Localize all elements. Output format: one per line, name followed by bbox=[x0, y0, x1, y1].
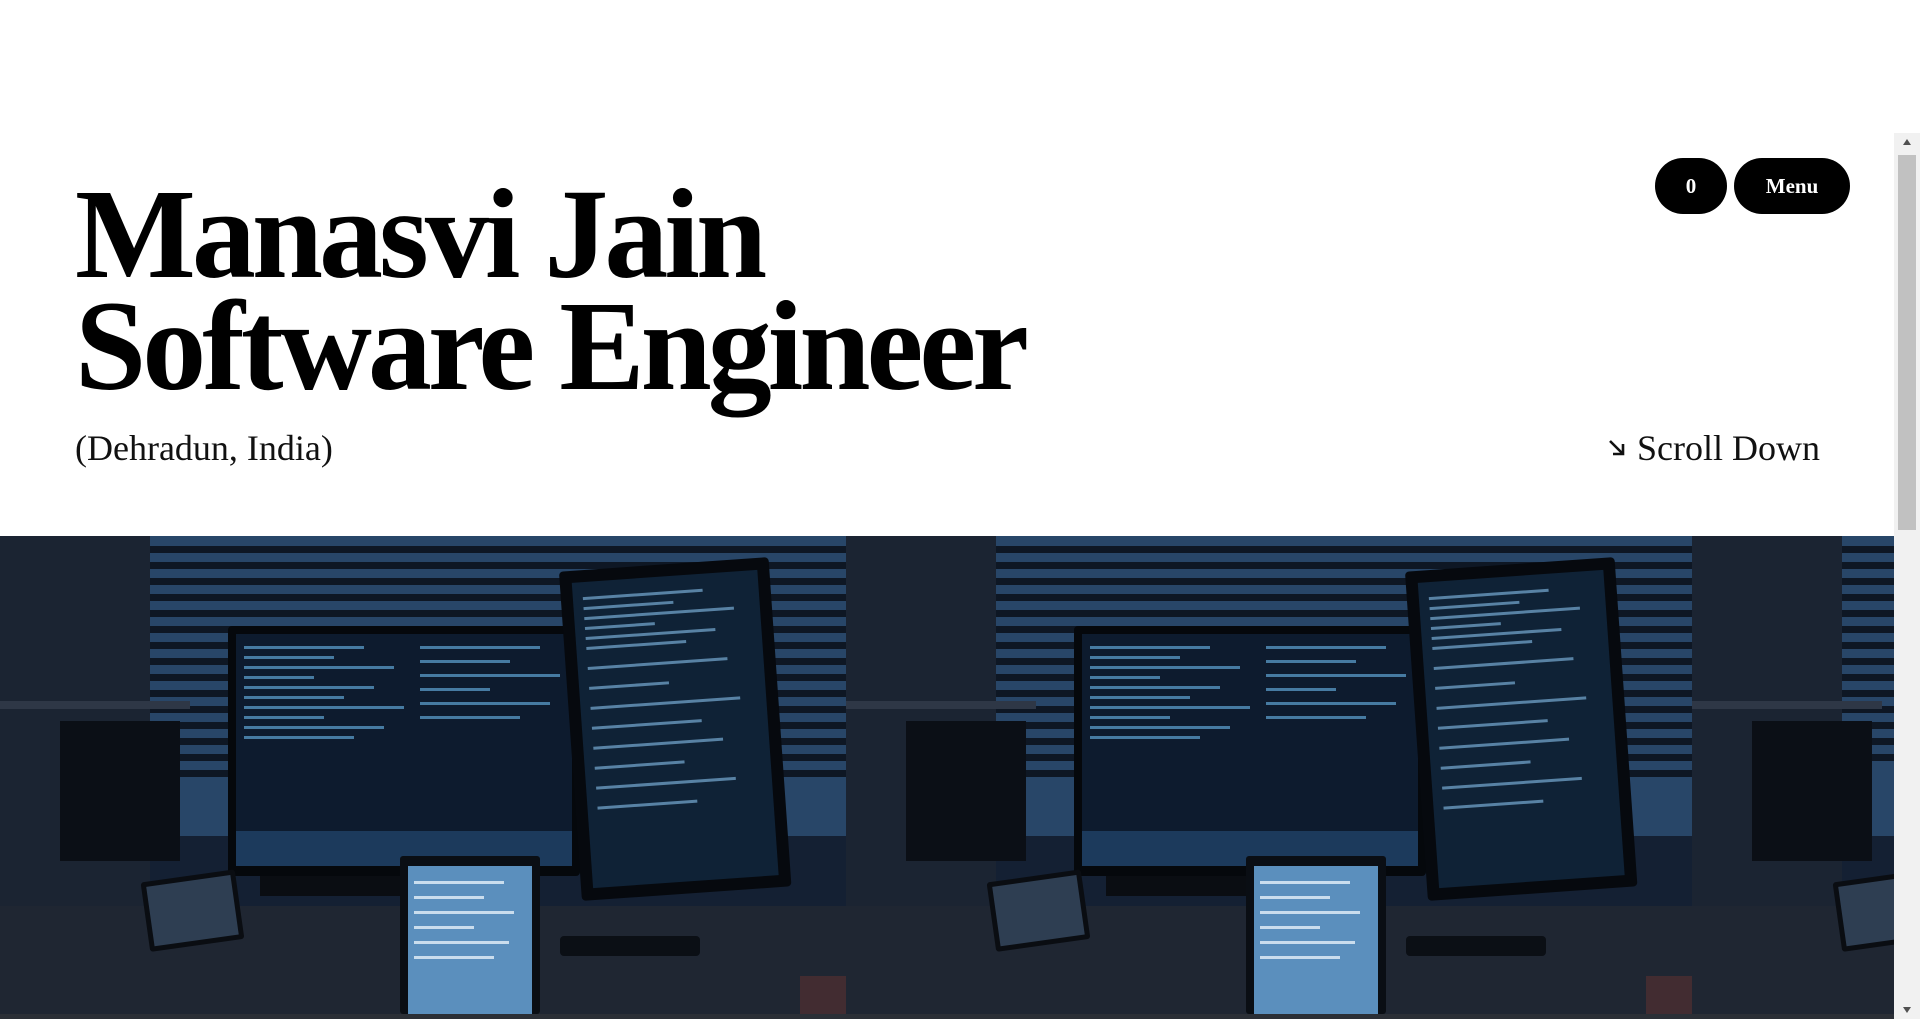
page: Manasvi Jain Software Engineer (Dehradun… bbox=[0, 0, 1920, 1019]
scroll-down-label: Scroll Down bbox=[1637, 428, 1820, 468]
hero-title: Manasvi Jain Software Engineer bbox=[75, 163, 1029, 417]
hero-image-strip bbox=[0, 536, 1894, 1014]
menu-button[interactable]: Menu bbox=[1734, 158, 1850, 214]
vertical-scrollbar[interactable] bbox=[1894, 133, 1920, 1019]
scrollbar-thumb[interactable] bbox=[1898, 155, 1916, 530]
arrow-down-right-icon bbox=[1609, 440, 1625, 456]
hero-image bbox=[0, 536, 846, 1014]
hero-role: Software Engineer bbox=[75, 275, 1029, 417]
hero-name: Manasvi Jain bbox=[75, 163, 767, 305]
scroll-up-arrow-icon[interactable] bbox=[1894, 133, 1920, 151]
bottom-edge bbox=[0, 1014, 1894, 1019]
cart-count-button[interactable]: 0 bbox=[1655, 158, 1727, 214]
hero-image bbox=[1692, 536, 1894, 1014]
location-text: (Dehradun, India) bbox=[75, 428, 333, 468]
scroll-down-arrow-icon[interactable] bbox=[1894, 1001, 1920, 1019]
scroll-down-link[interactable]: Scroll Down bbox=[1605, 426, 1820, 470]
hero-image bbox=[846, 536, 1692, 1014]
